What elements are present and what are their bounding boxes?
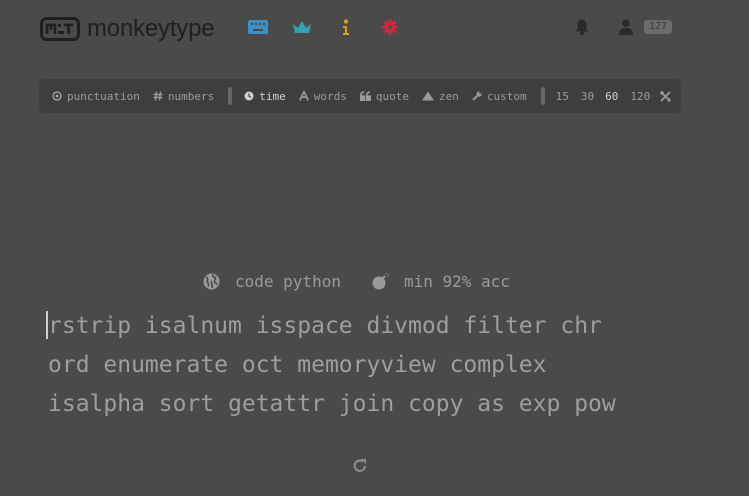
tools-icon (660, 90, 671, 102)
hash-icon (153, 91, 163, 101)
mode-custom[interactable]: custom (472, 79, 527, 113)
test-config-bar: punctuation numbers time words quote zen… (39, 79, 681, 113)
mode-custom-label: custom (486, 89, 527, 103)
config-divider (540, 87, 545, 105)
mode-time-label: time (259, 89, 286, 103)
mode-words-label: words (313, 89, 347, 103)
restart-button[interactable] (351, 457, 369, 475)
words-line: isalpha sort getattr join copy as exp po… (48, 391, 616, 417)
mountain-icon (421, 91, 434, 101)
redo-icon (353, 459, 367, 472)
min-accuracy-label: min 92% acc (403, 271, 510, 291)
clock-icon (244, 91, 254, 101)
mode-zen-label: zen (438, 89, 459, 103)
mode-quote-label: quote (375, 89, 409, 103)
time-30[interactable]: 30 (581, 79, 594, 113)
numbers-toggle[interactable]: numbers (153, 79, 214, 113)
bomb-icon (372, 272, 389, 289)
crown-icon[interactable] (292, 17, 312, 37)
header: monkeytype 127 (40, 13, 710, 43)
mode-quote[interactable]: quote (359, 79, 409, 113)
test-info-row: code python min 92% acc (203, 270, 510, 292)
globe-icon[interactable] (203, 273, 220, 290)
words-area[interactable]: rstrip isalnum isspace divmod filter chr… (48, 307, 708, 424)
punctuation-label: punctuation (67, 89, 140, 103)
words-line: rstrip isalnum isspace divmod filter chr (48, 313, 602, 339)
quote-icon (359, 91, 371, 101)
monkeytype-logo-icon (40, 17, 80, 41)
config-divider (228, 87, 233, 105)
wrench-icon (472, 91, 482, 101)
bell-icon[interactable] (572, 17, 592, 37)
info-icon[interactable] (336, 17, 356, 37)
font-icon (298, 91, 309, 101)
numbers-label: numbers (167, 89, 215, 103)
mode-words[interactable]: words (298, 79, 347, 113)
level-badge[interactable]: 127 (644, 20, 673, 34)
mode-time[interactable]: time (244, 79, 286, 113)
logo[interactable]: monkeytype (40, 15, 215, 43)
keyboard-icon[interactable] (248, 17, 268, 37)
words-line: ord enumerate oct memoryview complex (48, 352, 547, 378)
time-60[interactable]: 60 (605, 79, 618, 113)
time-120[interactable]: 120 (630, 79, 650, 113)
punctuation-toggle[interactable]: punctuation (52, 79, 140, 113)
language-label[interactable]: code python (235, 272, 341, 291)
user-icon[interactable] (616, 17, 636, 37)
at-icon (52, 91, 62, 101)
logo-text: monkeytype (87, 15, 215, 42)
time-15[interactable]: 15 (556, 79, 569, 113)
mode-zen[interactable]: zen (421, 79, 459, 113)
gear-icon[interactable] (380, 17, 400, 37)
custom-time-button[interactable] (660, 79, 676, 113)
